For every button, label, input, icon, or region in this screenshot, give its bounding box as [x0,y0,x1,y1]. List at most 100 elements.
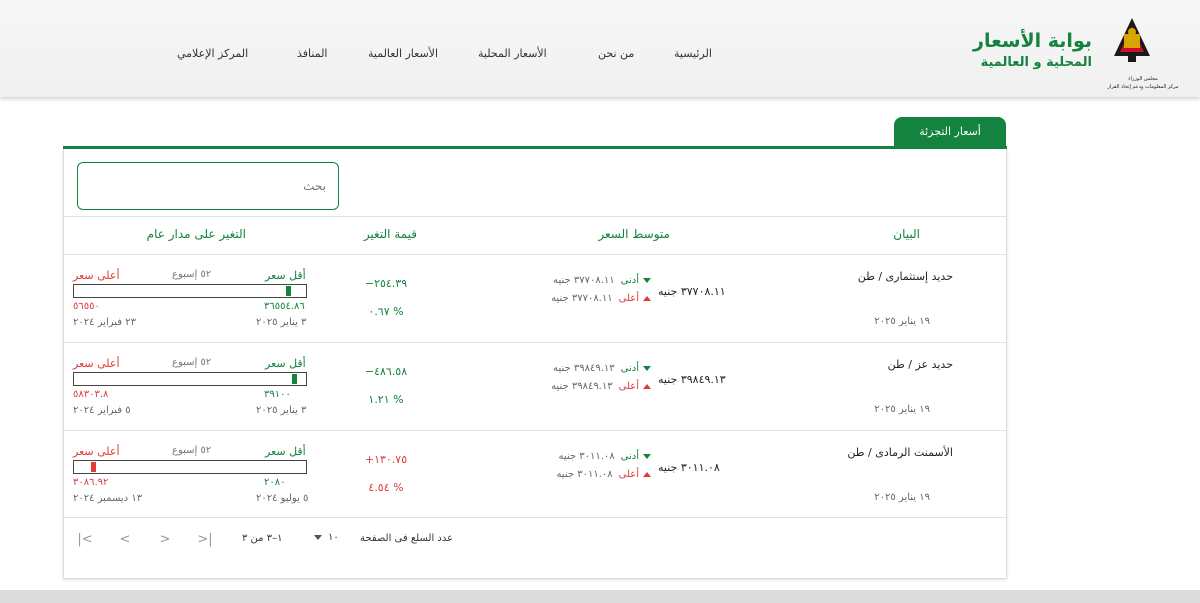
divider [64,216,1006,217]
search-input[interactable] [77,162,339,210]
min-value: ٣٩٨٤٩.١٣ جنيه [553,363,615,374]
nav-local-prices[interactable]: الأسعار المحلية [478,47,547,60]
item-date: ١٩ يناير ٢٠٢٥ [874,316,930,327]
min-price-line: أدنى ٣٠١١.٠٨ جنيه [545,451,651,465]
year-low-label: أقل سعر [265,269,306,282]
year-high-value: ٥٦٥٥٠ [73,301,100,312]
year-high-label: أعلى سعر [73,269,120,282]
year-low-value: ٣٩١٠٠ [264,389,291,400]
year-low-date: ٥ يوليو ٢٠٢٤ [256,493,309,504]
min-value: ٣٠١١.٠٨ جنيه [558,451,615,462]
caret-up-icon [643,383,651,389]
caret-down-icon [643,365,651,371]
cabinet-logo[interactable]: مجلس الوزراء مركز المعلومات ودعم إتخاذ ا… [1098,14,1188,90]
avg-price: ٣٧٧٠٨.١١ جنيه [658,285,726,298]
caret-up-icon [643,295,651,301]
year-low-value: ٢٠٨٠ [264,477,286,488]
year-low-label: أقل سعر [265,357,306,370]
min-value: ٣٧٧٠٨.١١ جنيه [553,275,615,286]
max-price-line: أعلى ٣٧٧٠٨.١١ جنيه [545,293,651,307]
site-header: مجلس الوزراء مركز المعلومات ودعم إتخاذ ا… [0,0,1200,97]
chevron-down-icon [314,534,322,540]
nav-global-prices[interactable]: الأسعار العالمية [368,47,438,60]
max-label: أعلى [618,469,639,480]
max-value: ٣٠١١.٠٨ جنيه [556,469,613,480]
item-date: ١٩ يناير ٢٠٢٥ [874,404,930,415]
eagle-emblem-icon [1114,18,1150,62]
year-low-date: ٣ يناير ٢٠٢٥ [256,405,307,416]
year-high-label: أعلى سعر [73,445,120,458]
min-label: أدنى [620,451,639,462]
caret-down-icon [643,453,651,459]
prev-page-icon[interactable]: > [155,530,175,550]
min-price-line: أدنى ٣٩٨٤٩.١٣ جنيه [545,363,651,377]
logo-caption-ministry: مجلس الوزراء [1128,76,1158,82]
logo-caption-center: مركز المعلومات ودعم إتخاذ القرار [1107,84,1179,90]
change-value: +١٣٠.٧٥ [364,453,408,466]
year-low-value: ٣٦٥٥٤.٨٦ [264,301,305,312]
change-percent: ٠.٦٧ % [368,305,404,318]
item-name: الأسمنت الرمادى / طن [847,446,953,459]
max-label: أعلى [618,381,639,392]
year-high-value: ٥٨٣٠٣.٨ [73,389,109,400]
rows-per-page-select[interactable]: ١٠ [314,532,346,543]
year-high-date: ٥ فبراير ٢٠٢٤ [73,405,131,416]
table-row: الأسمنت الرمادى / طن ١٩ يناير ٢٠٢٥ ٣٠١١.… [64,431,1006,518]
portal-title[interactable]: بوابة الأسعار [973,30,1092,52]
range-marker [286,286,291,296]
nav-media-center[interactable]: المركز الإعلامي [177,47,248,60]
min-label: أدنى [620,275,639,286]
table-row: حديد إستثمارى / طن ١٩ يناير ٢٠٢٥ ٣٧٧٠٨.١… [64,255,1006,342]
avg-price: ٣٠١١.٠٨ جنيه [658,461,720,474]
nav-outlets[interactable]: المنافذ [297,47,327,60]
year-low-label: أقل سعر [265,445,306,458]
change-value: −٤٨٦.٥٨ [364,365,408,378]
range-bar [73,284,307,298]
rows-per-page-value: ١٠ [328,532,339,543]
range-bar [73,372,307,386]
change-value: −٢٥٤.٣٩ [364,277,408,290]
range-marker [91,462,96,472]
year-low-date: ٣ يناير ٢٠٢٥ [256,317,307,328]
year-high-value: ٣٠٨٦.٩٢ [73,477,109,488]
min-label: أدنى [620,363,639,374]
item-date: ١٩ يناير ٢٠٢٥ [874,492,930,503]
nav-home[interactable]: الرئيسية [674,47,712,60]
item-name: حديد إستثمارى / طن [857,270,953,283]
tab-retail-prices[interactable]: أسعار التجزئة [894,117,1006,147]
year-high-date: ٢٣ فبراير ٢٠٢٤ [73,317,136,328]
year-high-date: ١٣ ديسمبر ٢٠٢٤ [73,493,143,504]
last-page-icon[interactable]: |< [75,530,95,550]
year-high-label: أعلى سعر [73,357,120,370]
first-page-icon[interactable]: >| [195,530,215,550]
weeks-label: ٥٢ إسبوع [172,357,212,368]
change-percent: ٤.٥٤ % [368,481,404,494]
weeks-label: ٥٢ إسبوع [172,445,212,456]
range-bar [73,460,307,474]
next-page-icon[interactable]: < [115,530,135,550]
header-avg-price: متوسط السعر [598,227,670,241]
caret-down-icon [643,277,651,283]
min-price-line: أدنى ٣٧٧٠٨.١١ جنيه [545,275,651,289]
change-percent: ١.٢١ % [368,393,404,406]
divider [64,517,1006,518]
prices-table-card: البيان متوسط السعر قيمة التغير التغير عل… [63,149,1007,579]
page-footer-strip [0,590,1200,603]
pagination-range: ١–٣ من ٣ [242,533,283,544]
max-value: ٣٩٨٤٩.١٣ جنيه [551,381,613,392]
portal-subtitle: المحلية و العالمية [980,55,1092,70]
rows-per-page-label: عدد السلع فى الصفحة [360,533,454,544]
max-label: أعلى [618,293,639,304]
max-value: ٣٧٧٠٨.١١ جنيه [551,293,613,304]
max-price-line: أعلى ٣٩٨٤٩.١٣ جنيه [545,381,651,395]
avg-price: ٣٩٨٤٩.١٣ جنيه [658,373,726,386]
max-price-line: أعلى ٣٠١١.٠٨ جنيه [545,469,651,483]
caret-up-icon [643,471,651,477]
range-marker [292,374,297,384]
header-change-value: قيمة التغير [363,227,417,241]
header-item: البيان [893,227,920,241]
item-name: حديد عز / طن [887,358,953,371]
header-yearly-change: التغير على مدار عام [146,227,246,241]
nav-about[interactable]: من نحن [598,47,634,60]
weeks-label: ٥٢ إسبوع [172,269,212,280]
